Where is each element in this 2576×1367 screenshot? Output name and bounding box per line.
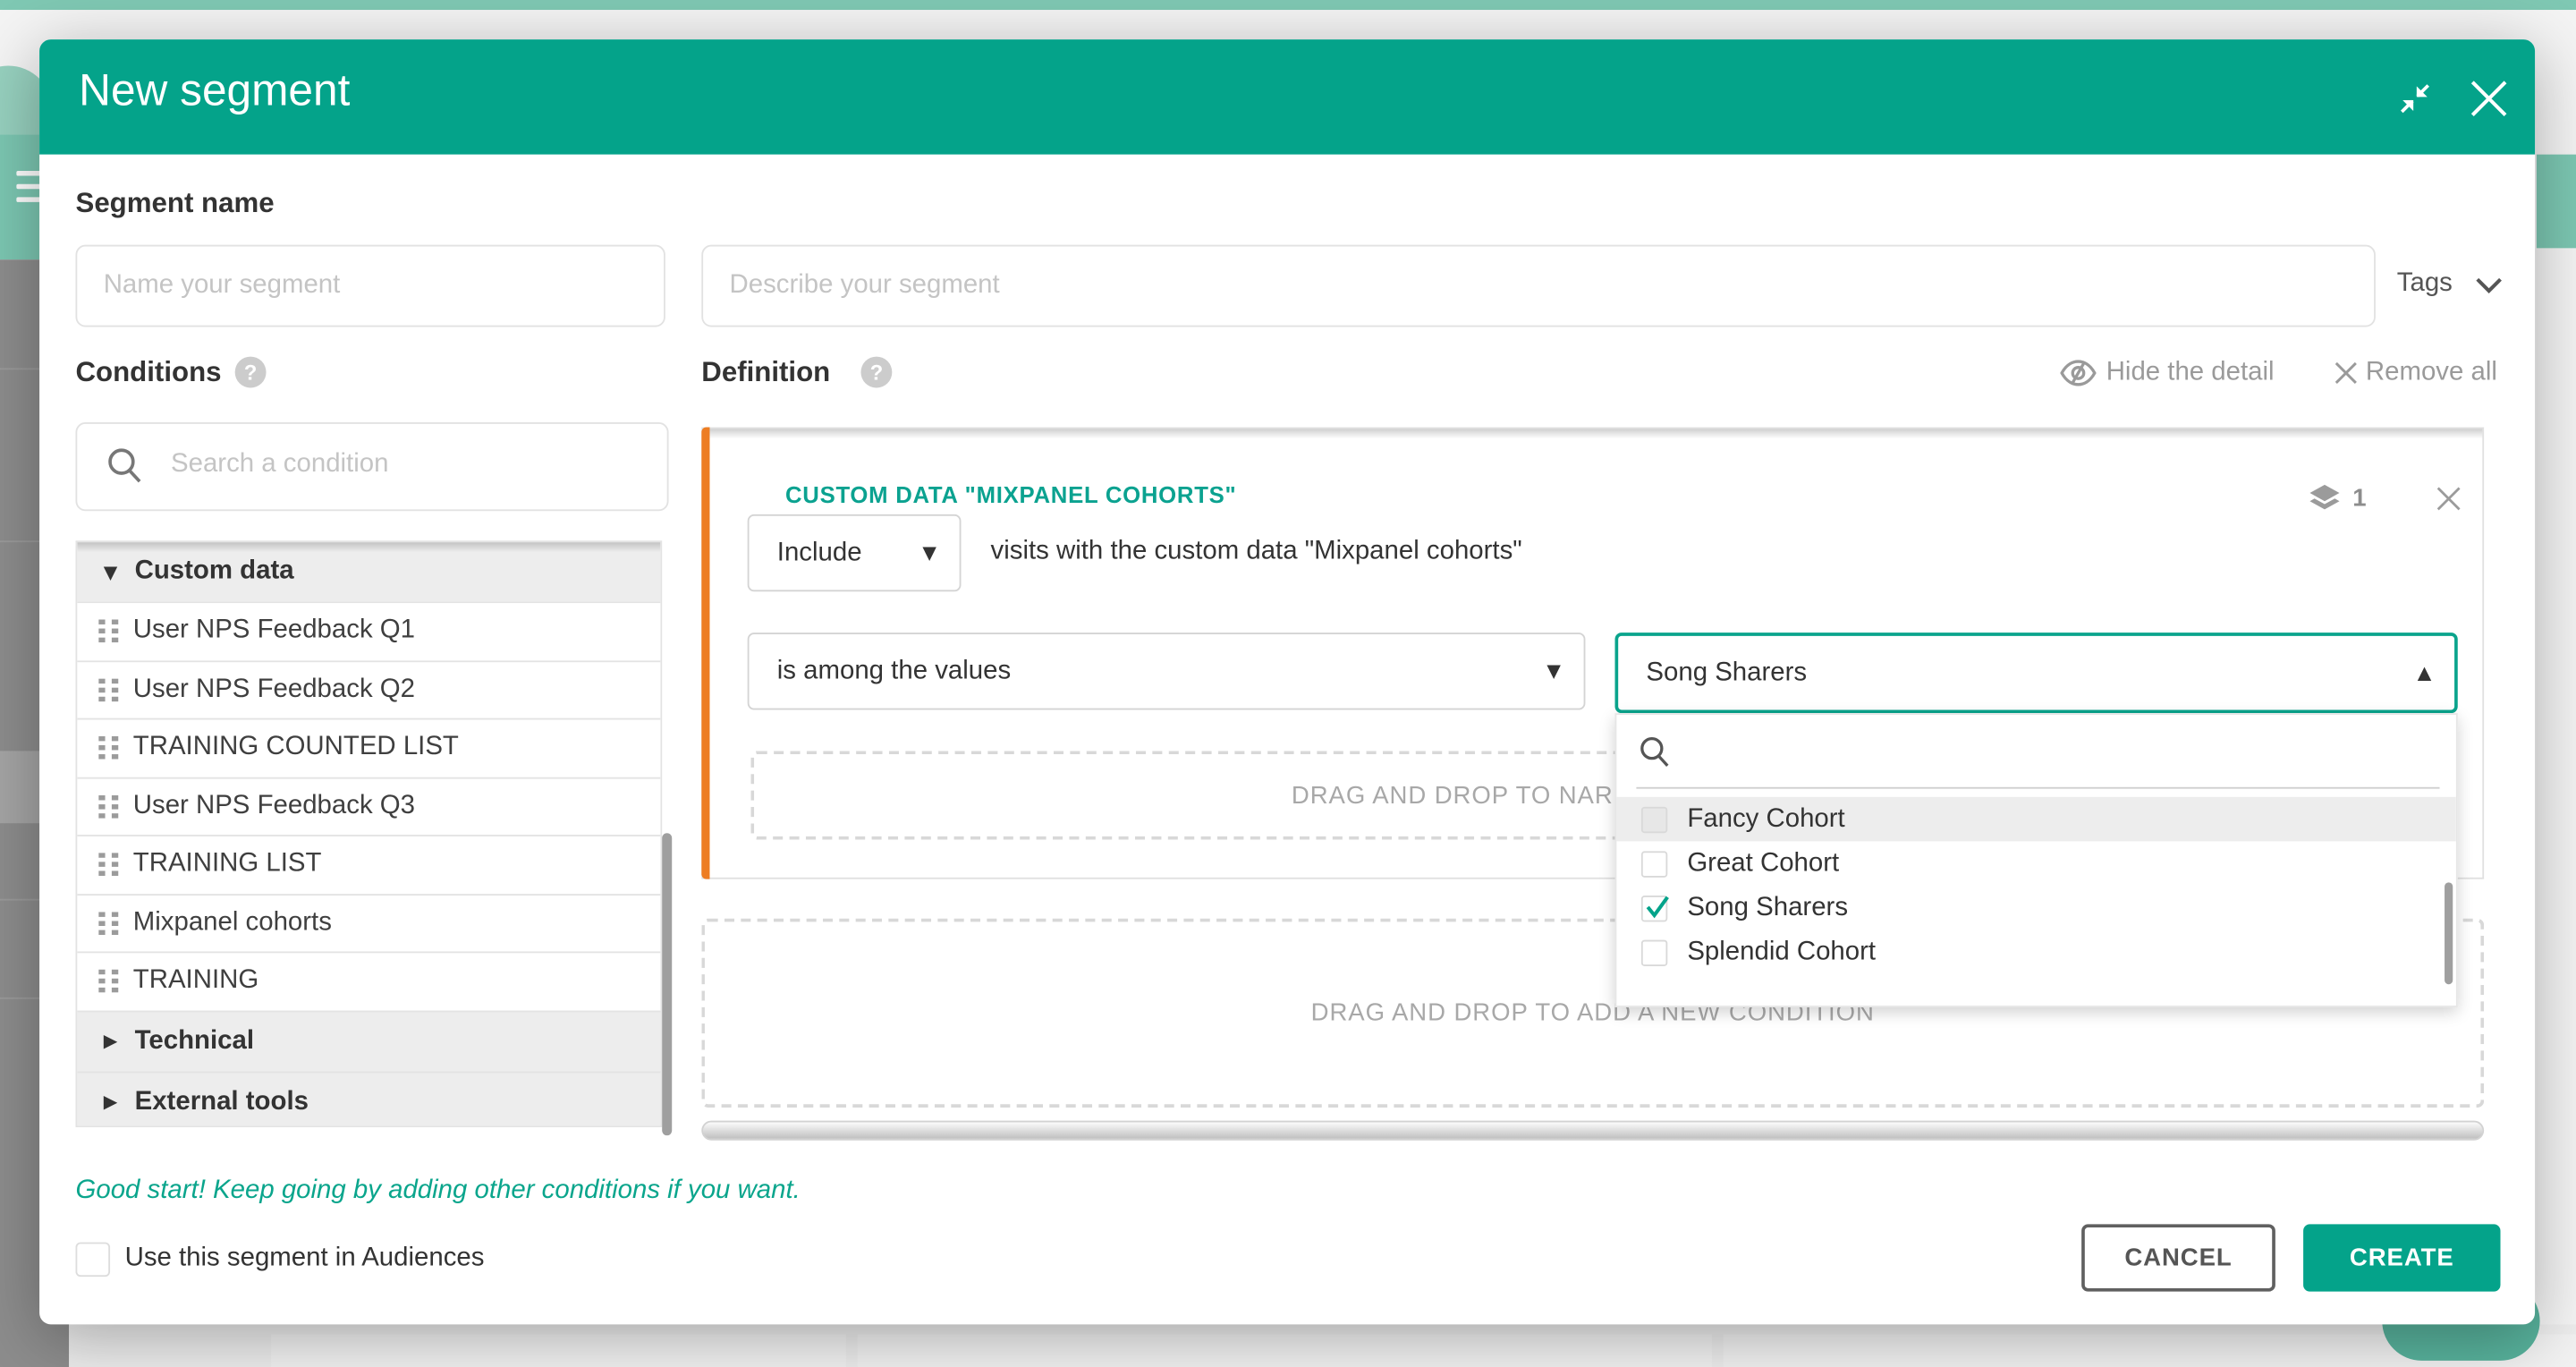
search-icon xyxy=(1638,734,1671,768)
remove-all-x-icon[interactable] xyxy=(2334,361,2358,385)
option-label: Splendid Cohort xyxy=(1687,938,1876,967)
operator-select-value: is among the values xyxy=(777,657,1011,686)
definition-title: Definition xyxy=(701,357,830,390)
drag-handle-icon[interactable] xyxy=(98,620,120,643)
panel-divider xyxy=(1636,787,2439,789)
modal-title: New segment xyxy=(79,65,350,116)
app-top-strip xyxy=(0,0,2576,10)
condition-search-input[interactable] xyxy=(77,424,662,506)
condition-card-title: CUSTOM DATA "MIXPANEL COHORTS" xyxy=(785,481,1237,507)
cancel-button[interactable]: CANCEL xyxy=(2081,1224,2275,1291)
values-search-input[interactable] xyxy=(1682,725,2405,777)
cohort-option[interactable]: Fancy Cohort xyxy=(1616,797,2456,842)
definition-horizontal-scrollbar[interactable] xyxy=(701,1121,2484,1141)
option-checkbox[interactable] xyxy=(1641,895,1667,921)
caret-icon: ▼ xyxy=(104,561,127,582)
caret-down-icon: ▼ xyxy=(1546,660,1561,682)
remove-all-button[interactable]: Remove all xyxy=(2366,358,2497,387)
caret-icon: ▶ xyxy=(104,1091,127,1113)
values-select-value: Song Sharers xyxy=(1646,658,1807,688)
condition-list-row[interactable]: User NPS Feedback Q1 xyxy=(77,601,660,659)
segment-name-input[interactable] xyxy=(75,245,665,327)
values-dropdown-panel: Fancy Cohort Great Cohort Song Sharers S… xyxy=(1615,713,2458,1007)
segment-description-input[interactable] xyxy=(701,245,2376,327)
condition-list-row[interactable]: User NPS Feedback Q3 xyxy=(77,777,660,835)
condition-sentence: visits with the custom data "Mixpanel co… xyxy=(991,538,1522,567)
modal-header xyxy=(39,39,2535,155)
option-label: Song Sharers xyxy=(1687,893,1848,922)
bg-panel xyxy=(858,1334,1712,1367)
condition-label: User NPS Feedback Q1 xyxy=(133,616,415,646)
bg-panel xyxy=(271,1334,846,1367)
layer-count: 1 xyxy=(2352,485,2366,513)
values-scrollbar[interactable] xyxy=(2445,882,2453,984)
audiences-checkbox[interactable] xyxy=(75,1243,110,1278)
condition-label: TRAINING COUNTED LIST xyxy=(133,734,459,763)
conditions-title: Conditions xyxy=(75,357,221,390)
condition-label: External tools xyxy=(135,1087,309,1117)
condition-label: TRAINING xyxy=(133,966,258,996)
layers-icon xyxy=(2307,483,2343,514)
include-select[interactable]: Include ▼ xyxy=(748,514,962,591)
drag-handle-icon[interactable] xyxy=(98,795,120,819)
cohort-option[interactable]: Song Sharers xyxy=(1616,886,2456,930)
create-button[interactable]: CREATE xyxy=(2303,1224,2500,1291)
collapse-icon[interactable] xyxy=(2395,79,2435,118)
cohort-option[interactable]: Great Cohort xyxy=(1616,841,2456,886)
condition-label: Custom data xyxy=(135,557,294,587)
option-label: Fancy Cohort xyxy=(1687,804,1844,834)
app-navbar-right xyxy=(2537,155,2576,249)
conditions-list: ▼ Custom data User NPS Feedback Q1 xyxy=(75,540,662,1127)
audiences-label: Use this segment in Audiences xyxy=(125,1244,485,1273)
hide-detail-button[interactable]: Hide the detail xyxy=(2106,358,2275,387)
option-checkbox[interactable] xyxy=(1641,939,1667,965)
tags-dropdown-label[interactable]: Tags xyxy=(2397,269,2453,299)
option-checkbox[interactable] xyxy=(1641,806,1667,832)
segment-name-label: Segment name xyxy=(75,187,274,220)
close-icon[interactable] xyxy=(2468,77,2511,120)
values-select[interactable]: Song Sharers ▲ xyxy=(1615,633,2458,713)
condition-card-accent xyxy=(701,428,709,879)
condition-list-row[interactable]: TRAINING COUNTED LIST xyxy=(77,718,660,777)
definition-help-icon[interactable]: ? xyxy=(860,357,892,388)
condition-list-row[interactable]: ▼ Custom data xyxy=(77,542,660,601)
chevron-down-icon[interactable] xyxy=(2474,276,2504,296)
option-checkbox[interactable] xyxy=(1641,851,1667,877)
drag-handle-icon[interactable] xyxy=(98,678,120,701)
condition-label: Mixpanel cohorts xyxy=(133,908,332,938)
include-select-value: Include xyxy=(777,539,862,568)
drag-handle-icon[interactable] xyxy=(98,853,120,877)
drag-handle-icon[interactable] xyxy=(98,912,120,935)
eye-slash-icon[interactable] xyxy=(2060,358,2096,387)
condition-list-row[interactable]: User NPS Feedback Q2 xyxy=(77,659,660,717)
drag-handle-icon[interactable] xyxy=(98,736,120,760)
caret-up-icon: ▲ xyxy=(2418,662,2432,684)
caret-down-icon: ▼ xyxy=(922,542,936,564)
condition-label: User NPS Feedback Q3 xyxy=(133,792,415,821)
condition-list-row[interactable]: ▶ Technical xyxy=(77,1010,660,1071)
conditions-scrollbar[interactable] xyxy=(662,833,672,1135)
condition-label: Technical xyxy=(135,1026,254,1056)
condition-close-icon[interactable] xyxy=(2436,487,2462,512)
operator-select[interactable]: is among the values ▼ xyxy=(748,633,1586,709)
condition-label: TRAINING LIST xyxy=(133,850,322,879)
dropzone-narrow-text: DRAG AND DROP TO NAR xyxy=(1084,782,1613,810)
tip-text: Good start! Keep going by adding other c… xyxy=(75,1176,800,1206)
cohort-option[interactable]: Splendid Cohort xyxy=(1616,930,2456,975)
condition-list-row[interactable]: TRAINING xyxy=(77,951,660,1009)
condition-list-row[interactable]: ▶ External tools xyxy=(77,1071,660,1127)
conditions-help-icon[interactable]: ? xyxy=(235,357,267,388)
condition-list-row[interactable]: TRAINING LIST xyxy=(77,835,660,893)
condition-list-row[interactable]: Mixpanel cohorts xyxy=(77,893,660,951)
app-content-behind xyxy=(69,1324,2576,1367)
drag-handle-icon[interactable] xyxy=(98,970,120,993)
condition-label: User NPS Feedback Q2 xyxy=(133,675,415,704)
caret-icon: ▶ xyxy=(104,1031,127,1052)
option-label: Great Cohort xyxy=(1687,849,1839,879)
